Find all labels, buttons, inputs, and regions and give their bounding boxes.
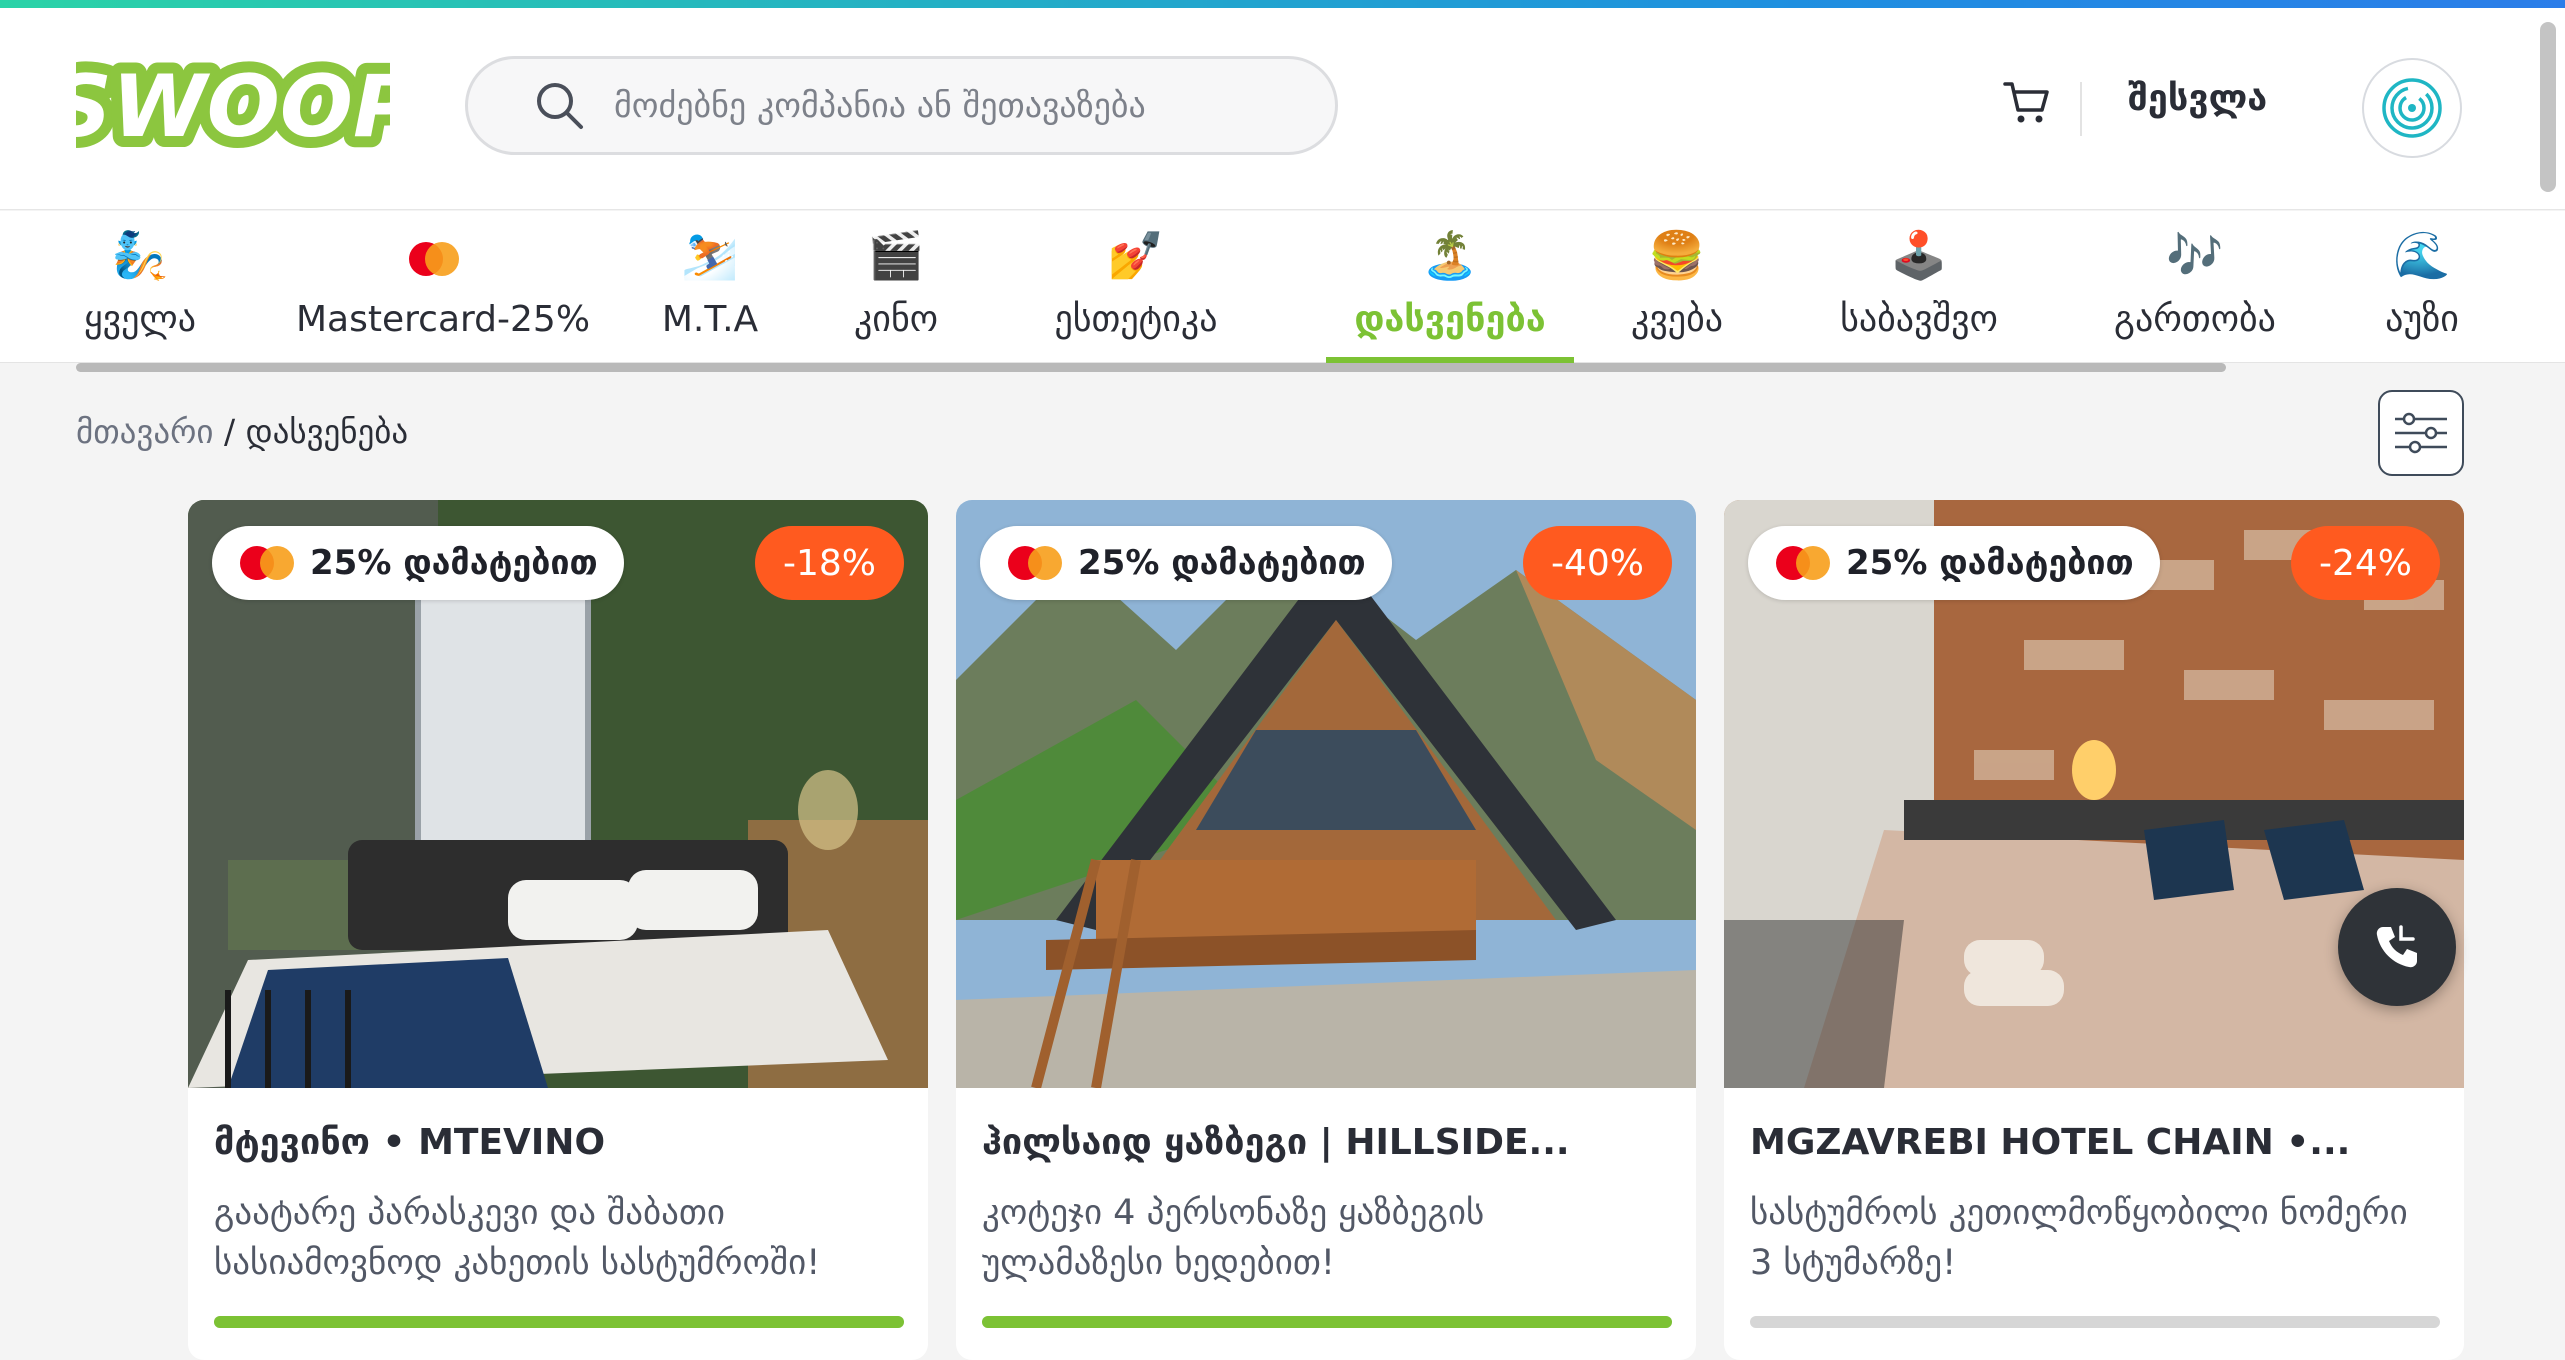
burger-icon: 🍔 bbox=[1648, 228, 1706, 282]
cart-icon[interactable] bbox=[2002, 78, 2052, 128]
search-input[interactable] bbox=[614, 85, 1294, 126]
login-button[interactable]: შესვლა bbox=[2128, 78, 2267, 119]
sliders-icon bbox=[2395, 412, 2447, 454]
offer-description: კოტეჯი 4 პერსონაზე ყაზბეგის ულამაზესი ხე… bbox=[982, 1193, 1485, 1283]
breadcrumb-separator: / bbox=[223, 412, 236, 451]
category-label: დასვენება bbox=[1354, 299, 1546, 340]
offer-title[interactable]: ჰილსაიდ ყაზბეგი | HILLSIDE... bbox=[982, 1122, 1570, 1163]
mastercard-icon bbox=[240, 546, 294, 580]
category-aesthetics[interactable]: 💅 ესთეტიკა bbox=[1036, 225, 1236, 365]
category-label: M.T.A bbox=[661, 299, 759, 340]
header-divider bbox=[2080, 82, 2082, 136]
offer-card[interactable]: 25% დამატებით -40% ჰილსაიდ ყაზბეგი | HIL… bbox=[956, 500, 1696, 1360]
nail-polish-icon: 💅 bbox=[1107, 228, 1165, 282]
music-notes-icon: 🎶 bbox=[2166, 228, 2224, 282]
fingerprint-icon bbox=[2382, 78, 2442, 138]
promo-text: 25% დამატებით bbox=[1846, 543, 2134, 583]
category-label: Mastercard-25% bbox=[296, 299, 591, 340]
mastercard-icon bbox=[296, 225, 572, 285]
site-header: SWOOP SWOOP შესვლა bbox=[0, 8, 2565, 210]
search-bar[interactable] bbox=[465, 56, 1338, 155]
discount-badge: -24% bbox=[2290, 526, 2440, 600]
offer-title[interactable]: MGZAVREBI HOTEL CHAIN •... bbox=[1750, 1122, 2350, 1163]
offer-description: სასტუმროს კეთილმოწყობილი ნომერი 3 სტუმარ… bbox=[1750, 1193, 2408, 1283]
search-icon bbox=[537, 82, 583, 129]
category-kids[interactable]: 🕹️ საბავშვო bbox=[1826, 225, 2012, 365]
category-label: ესთეტიკა bbox=[1054, 299, 1218, 340]
category-entertainment[interactable]: 🎶 გართობა bbox=[2104, 225, 2286, 365]
category-label: კვება bbox=[1630, 299, 1724, 340]
top-gradient-stripe bbox=[0, 0, 2565, 8]
offer-title[interactable]: მტევინო • MTEVINO bbox=[214, 1122, 605, 1163]
page-scrollbar[interactable] bbox=[2540, 22, 2556, 192]
category-all[interactable]: 🧞 ყველა bbox=[72, 225, 208, 365]
category-food[interactable]: 🍔 კვება bbox=[1622, 225, 1732, 365]
sales-progress-bar bbox=[214, 1316, 904, 1328]
category-label: აუზი bbox=[2385, 299, 2459, 340]
discount-badge: -40% bbox=[1522, 526, 1672, 600]
category-label: გართობა bbox=[2114, 299, 2276, 340]
category-scrollbar[interactable] bbox=[76, 363, 2226, 372]
category-label: ყველა bbox=[84, 299, 196, 340]
logo-text: SWOOP bbox=[76, 57, 390, 157]
breadcrumb-current: დასვენება bbox=[245, 412, 409, 451]
genie-icon: 🧞 bbox=[111, 228, 169, 282]
filter-button[interactable] bbox=[2378, 390, 2464, 476]
promo-text: 25% დამატებით bbox=[310, 543, 598, 583]
category-label: კინო bbox=[853, 299, 939, 340]
sales-progress-bar bbox=[982, 1316, 1672, 1328]
island-icon: 🏝️ bbox=[1421, 228, 1479, 282]
offer-card[interactable]: 25% დამატებით -18% მტევინო • MTEVINO გაა… bbox=[188, 500, 928, 1360]
wave-icon: 🌊 bbox=[2393, 228, 2451, 282]
mastercard-icon bbox=[1776, 546, 1830, 580]
mastercard-icon bbox=[1008, 546, 1062, 580]
promo-text: 25% დამატებით bbox=[1078, 543, 1366, 583]
category-vacation[interactable]: 🏝️ დასვენება bbox=[1326, 225, 1574, 367]
mastercard-promo-badge: 25% დამატებით bbox=[212, 526, 624, 600]
call-button[interactable] bbox=[2338, 888, 2456, 1006]
mastercard-promo-badge: 25% დამატებით bbox=[980, 526, 1392, 600]
category-mta[interactable]: ⛷️ M.T.A bbox=[660, 225, 760, 365]
breadcrumb: მთავარი / დასვენება bbox=[76, 412, 408, 451]
category-nav: 🧞 ყველა Mastercard-25% ⛷️ M.T.A 🎬 კინო 💅… bbox=[0, 211, 2565, 367]
category-pool[interactable]: 🌊 აუზი bbox=[2380, 225, 2464, 365]
category-cinema[interactable]: 🎬 კინო bbox=[846, 225, 946, 365]
category-label: საბავშვო bbox=[1840, 299, 1998, 340]
clapperboard-icon: 🎬 bbox=[867, 228, 925, 282]
breadcrumb-home[interactable]: მთავარი bbox=[76, 412, 213, 451]
profile-avatar[interactable] bbox=[2362, 58, 2462, 158]
category-mastercard[interactable]: Mastercard-25% bbox=[296, 225, 591, 365]
phone-icon bbox=[2376, 925, 2417, 968]
joystick-icon: 🕹️ bbox=[1890, 228, 1948, 282]
discount-badge: -18% bbox=[754, 526, 904, 600]
mastercard-promo-badge: 25% დამატებით bbox=[1748, 526, 2160, 600]
offer-description: გაატარე პარასკევი და შაბათი სასიამოვნოდ … bbox=[214, 1193, 821, 1283]
sales-progress-bar bbox=[1750, 1316, 2440, 1328]
skier-icon: ⛷️ bbox=[681, 228, 739, 282]
swoop-logo[interactable]: SWOOP SWOOP bbox=[39, 46, 427, 168]
